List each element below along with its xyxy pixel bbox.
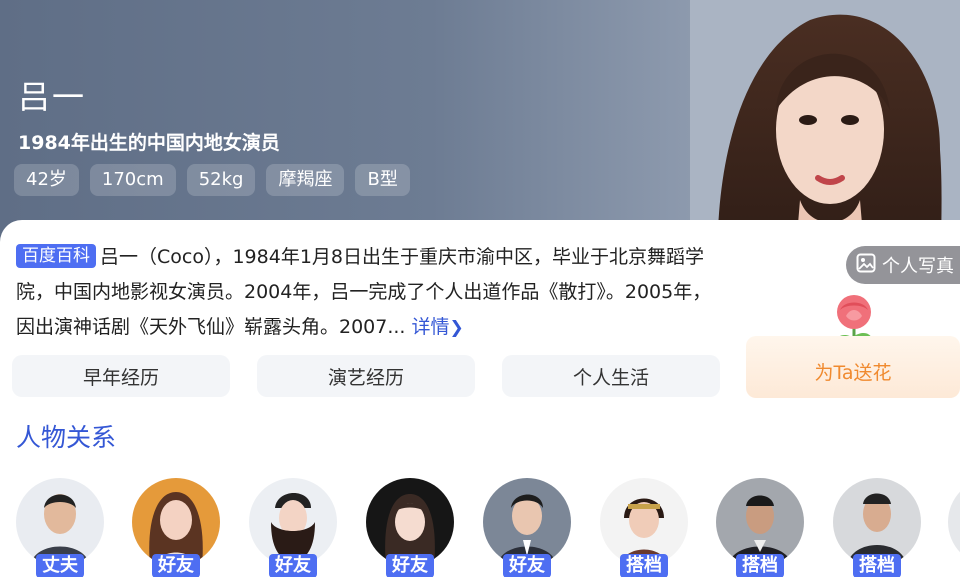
relation-label: 搭档 bbox=[853, 554, 901, 577]
avatar bbox=[948, 478, 960, 566]
relation-label: 搭档 bbox=[620, 554, 668, 577]
tab-personal-life[interactable]: 个人生活 bbox=[502, 355, 720, 397]
personal-photos-label: 个人写真 bbox=[882, 256, 954, 277]
blood-type-tag: B型 bbox=[355, 164, 410, 196]
zodiac-tag: 摩羯座 bbox=[266, 164, 345, 196]
relation-item-partner-3[interactable]: 搭档 bbox=[833, 478, 921, 577]
bio-summary: 百度百科 吕一（Coco），1984年1月8日出生于重庆市渝中区，毕业于北京舞蹈学… bbox=[16, 240, 716, 346]
relation-item-friend-1[interactable]: 好友 bbox=[132, 478, 220, 577]
avatar bbox=[16, 478, 104, 566]
relation-label: 丈夫 bbox=[36, 554, 84, 577]
relation-item-friend-2[interactable]: 好友 bbox=[249, 478, 337, 577]
relation-label: 好友 bbox=[152, 554, 200, 577]
relation-label: 好友 bbox=[503, 554, 551, 577]
person-subtitle: 1984年出生的中国内地女演员 bbox=[18, 132, 280, 154]
weight-tag: 52kg bbox=[186, 164, 256, 196]
relation-item-partial[interactable] bbox=[948, 478, 960, 577]
bio-more-link[interactable]: 详情❯ bbox=[412, 316, 464, 338]
relations-title: 人物关系 bbox=[16, 423, 117, 452]
image-icon bbox=[856, 253, 876, 278]
avatar bbox=[716, 478, 804, 566]
avatar bbox=[600, 478, 688, 566]
avatar bbox=[483, 478, 571, 566]
relation-item-partner-2[interactable]: 搭档 bbox=[716, 478, 804, 577]
bio-more-label: 详情 bbox=[411, 316, 450, 338]
height-tag: 170cm bbox=[89, 164, 176, 196]
tab-acting-career[interactable]: 演艺经历 bbox=[257, 355, 475, 397]
send-flower-label: 为Ta送花 bbox=[814, 361, 892, 384]
relation-label: 好友 bbox=[386, 554, 434, 577]
relation-label: 好友 bbox=[269, 554, 317, 577]
relation-item-partner-1[interactable]: 搭档 bbox=[600, 478, 688, 577]
avatar bbox=[132, 478, 220, 566]
profile-tags: 42岁 170cm 52kg 摩羯座 B型 bbox=[14, 164, 410, 196]
bio-text: 吕一（Coco），1984年1月8日出生于重庆市渝中区，毕业于北京舞蹈学院，中国… bbox=[16, 246, 712, 338]
relation-label: 搭档 bbox=[736, 554, 784, 577]
age-tag: 42岁 bbox=[14, 164, 79, 196]
person-name: 吕一 bbox=[18, 78, 87, 116]
chevron-right-icon: ❯ bbox=[449, 318, 464, 338]
avatar bbox=[366, 478, 454, 566]
avatar bbox=[833, 478, 921, 566]
baike-badge[interactable]: 百度百科 bbox=[16, 244, 96, 268]
relation-item-friend-4[interactable]: 好友 bbox=[483, 478, 571, 577]
send-flower-button[interactable]: 为Ta送花 bbox=[746, 336, 960, 398]
relation-item-husband[interactable]: 丈夫 bbox=[16, 478, 104, 577]
avatar bbox=[249, 478, 337, 566]
relation-item-friend-3[interactable]: 好友 bbox=[366, 478, 454, 577]
personal-photos-button[interactable]: 个人写真 bbox=[846, 246, 960, 284]
tab-early-years[interactable]: 早年经历 bbox=[12, 355, 230, 397]
